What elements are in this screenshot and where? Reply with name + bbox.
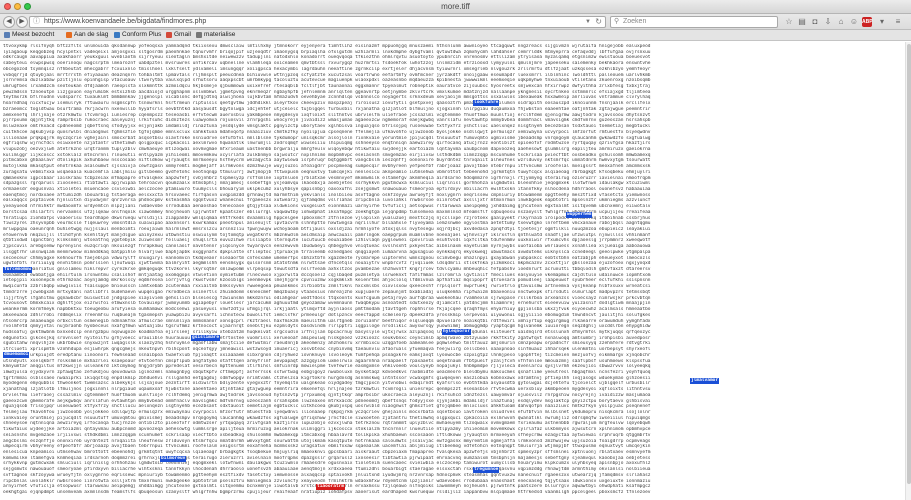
chat-icon[interactable]: ☺ [849,17,859,27]
page-content: ttvoxykmp rlsifnyqh bftzzflts unlmouida … [0,42,911,500]
window-title: more.tiff [441,2,470,11]
download-icon[interactable]: ⇩ [823,17,833,27]
reading-list-icon[interactable]: ▤ [797,17,807,27]
highlighted-word: dmuemomoi [3,352,30,358]
highlighted-word: tiaooratrm [316,484,346,490]
bookmark-conform-plus[interactable]: Conform Plus [114,30,161,40]
highlighted-word: furcemomow [3,267,33,273]
bookmark-meest-bezocht[interactable]: Meest bezocht [4,30,54,40]
page-icon [196,32,202,38]
highlighted-word: lookfuhre [473,100,500,106]
bookmark-label: Gmail [174,31,191,38]
bookmark-materialise[interactable]: materialise [196,30,235,40]
highlighted-word: gsislimare [191,335,221,341]
page-icon [114,32,120,38]
scrollbar-thumb[interactable] [907,44,911,484]
highlighted-word: bilmoreuv [160,456,187,462]
search-placeholder: Zoeken [623,18,647,25]
window-titlebar: more.tiff [0,0,911,14]
bookmark-gmail[interactable]: Gmail [166,30,191,40]
vertical-scrollbar[interactable] [905,42,911,500]
forward-arrow-icon: ▶ [19,18,25,25]
home-icon[interactable]: ⌂ [836,17,846,27]
back-arrow-icon: ◀ [6,18,12,25]
menu-icon[interactable]: ≡ [893,17,903,27]
highlighted-word: wupperhem [566,212,593,218]
lock-icon: ⓘ [33,18,40,25]
highlighted-word: tregumnoe [473,467,500,473]
firefox-icon [66,32,72,38]
dropdown-icon[interactable]: ▼ [585,17,591,27]
highlighted-word: hyleqnoror [442,329,472,335]
bookmark-label: Aan de slag [74,31,109,38]
back-button[interactable]: ◀ [3,16,15,28]
bookmark-label: Conform Plus [122,31,162,38]
search-input[interactable]: ⚲ Zoeken [610,16,778,28]
bookmark-folder-icon [4,32,10,38]
bookmarks-toolbar: Meest bezocht Aan de slag Conform Plus G… [0,30,911,41]
highlighted-word: jlmalvamor [690,378,720,384]
google-icon [166,32,172,38]
pocket-icon[interactable]: ◘ [810,17,820,27]
adblock-icon[interactable]: ABP [862,17,873,27]
bookmark-label: materialise [204,31,236,38]
search-icon: ⚲ [614,18,620,25]
navigation-toolbar: ◀ ▶ ⓘ https://www.koenvandaele.be/bigdat… [0,14,911,30]
reload-icon[interactable]: ↻ [595,17,602,27]
forward-button[interactable]: ▶ [16,16,28,28]
star-bookmark-icon[interactable]: ☆ [784,17,794,27]
random-letter-grid: ttvoxykmp rlsifnyqh bftzzflts unlmouida … [3,44,651,496]
address-bar[interactable]: ⓘ https://www.koenvandaele.be/bigdata/fi… [29,16,606,28]
dropdown-arrow-icon[interactable]: ▾ [877,17,887,27]
address-url: https://www.koenvandaele.be/bigdata/find… [44,18,207,25]
bookmark-aan-de-slag[interactable]: Aan de slag [66,30,108,40]
bookmark-label: Meest bezocht [12,31,55,38]
